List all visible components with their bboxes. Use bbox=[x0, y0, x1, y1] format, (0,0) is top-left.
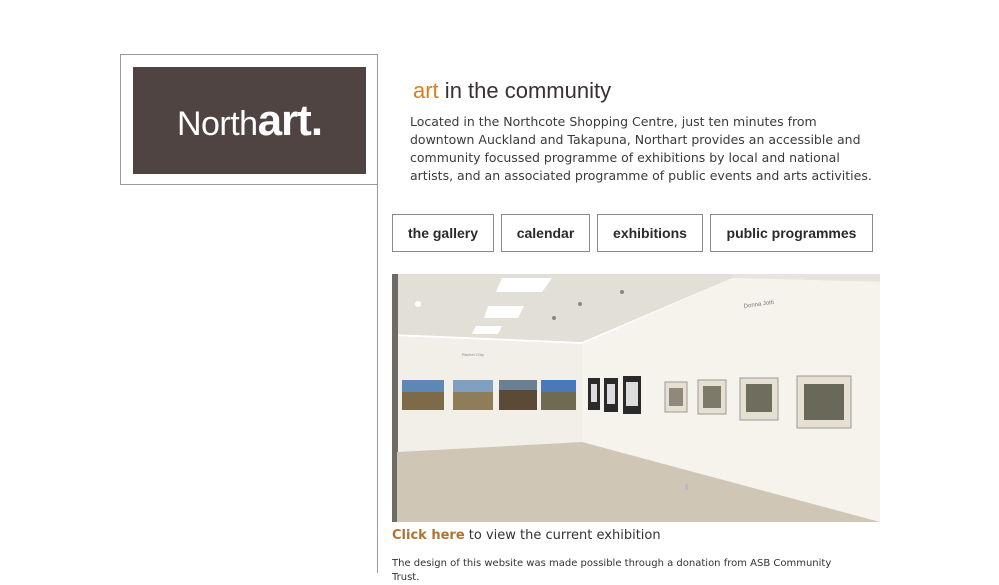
click-here-link[interactable]: Click here bbox=[392, 528, 465, 543]
logo-wordmark: Northart. bbox=[176, 95, 323, 145]
northart-logo[interactable]: Northart. bbox=[133, 67, 366, 174]
intro-text: Located in the Northcote Shopping Centre… bbox=[410, 114, 872, 183]
column-divider bbox=[377, 185, 378, 573]
headline-accent: art bbox=[413, 78, 439, 103]
logo-word-north: North bbox=[176, 104, 258, 143]
svg-text:Rachel Chip: Rachel Chip bbox=[462, 352, 485, 357]
nav-public-programmes[interactable]: public programmes bbox=[710, 214, 873, 252]
gallery-photo[interactable]: Rachel Chip Donna Jotti bbox=[392, 274, 880, 522]
cta-text: to view the current exhibition bbox=[464, 528, 661, 543]
logo-word-art: art. bbox=[257, 95, 323, 145]
page-headline: art in the community bbox=[413, 78, 611, 104]
sponsor-note: The design of this website was made poss… bbox=[392, 558, 832, 583]
current-exhibition-line: Click here to view the current exhibitio… bbox=[392, 528, 661, 543]
headline-rest: in the community bbox=[438, 78, 612, 103]
nav-the-gallery[interactable]: the gallery bbox=[392, 214, 494, 252]
nav-calendar[interactable]: calendar bbox=[501, 214, 590, 252]
nav-exhibitions[interactable]: exhibitions bbox=[597, 214, 703, 252]
logo-panel: Northart. bbox=[120, 54, 378, 185]
